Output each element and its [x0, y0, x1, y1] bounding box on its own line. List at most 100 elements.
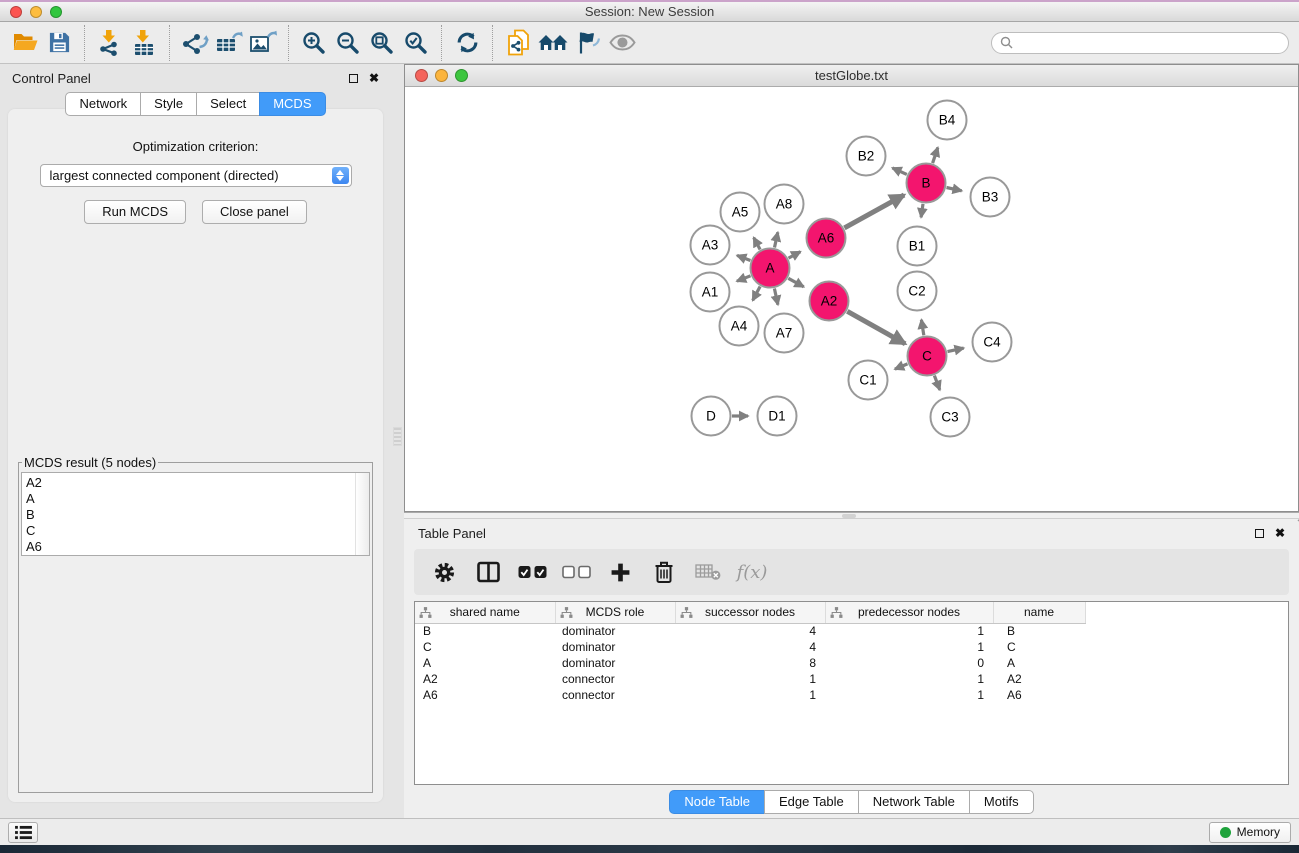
mcds-result-item[interactable]: C	[26, 523, 353, 539]
graph-edge-C-C4[interactable]	[948, 348, 964, 352]
create-column-button[interactable]	[598, 552, 642, 592]
graph-node-A8[interactable]: A8	[765, 185, 804, 224]
table-row[interactable]: Cdominator41C	[415, 639, 1085, 655]
splitter-grip[interactable]	[842, 514, 856, 518]
clone-network-button[interactable]	[501, 26, 535, 60]
graph-node-C[interactable]: C	[908, 337, 947, 376]
tab-motifs[interactable]: Motifs	[969, 790, 1034, 814]
tab-edge-table[interactable]: Edge Table	[764, 790, 859, 814]
mcds-result-item[interactable]: A2	[26, 475, 353, 491]
graph-node-B[interactable]: B	[907, 164, 946, 203]
graph-edge-B-B1[interactable]	[921, 204, 923, 218]
export-table-button[interactable]	[212, 26, 246, 60]
zoom-in-button[interactable]	[297, 26, 331, 60]
graph-edge-A-A7[interactable]	[774, 289, 778, 305]
close-panel-icon[interactable]: ✖	[369, 72, 379, 84]
float-panel-icon[interactable]	[1255, 529, 1264, 538]
graph-node-C2[interactable]: C2	[898, 272, 937, 311]
export-image-button[interactable]	[246, 26, 280, 60]
graph-edge-B-B2[interactable]	[892, 168, 906, 175]
graph-edge-A2-C[interactable]	[847, 311, 905, 344]
close-panel-button[interactable]: Close panel	[202, 200, 307, 224]
graph-edge-B-B4[interactable]	[933, 148, 938, 164]
horizontal-splitter[interactable]	[404, 512, 1299, 519]
graph-node-B2[interactable]: B2	[847, 137, 886, 176]
mcds-result-item[interactable]: A6	[26, 539, 353, 555]
graph-node-A3[interactable]: A3	[691, 226, 730, 265]
tab-network-table[interactable]: Network Table	[858, 790, 970, 814]
graph-edge-C-C3[interactable]	[934, 376, 939, 390]
graph-node-D1[interactable]: D1	[758, 397, 797, 436]
node-table[interactable]: shared nameMCDS rolesuccessor nodesprede…	[414, 601, 1289, 785]
task-history-button[interactable]	[8, 822, 38, 843]
graph-node-C1[interactable]: C1	[849, 361, 888, 400]
graph-node-A6[interactable]: A6	[807, 219, 846, 258]
graph-edge-A6-B[interactable]	[844, 195, 904, 228]
column-header[interactable]: MCDS role	[555, 602, 675, 623]
mcds-result-item[interactable]: A	[26, 491, 353, 507]
criterion-select[interactable]: largest connected component (directed)	[40, 164, 352, 187]
graph-edge-A-A1[interactable]	[737, 276, 751, 281]
tab-style[interactable]: Style	[140, 92, 197, 116]
import-table-button[interactable]	[127, 26, 161, 60]
graph-node-A[interactable]: A	[751, 249, 790, 288]
graph-node-A5[interactable]: A5	[721, 193, 760, 232]
graph-node-B3[interactable]: B3	[971, 178, 1010, 217]
search-input[interactable]	[1018, 35, 1280, 50]
run-mcds-button[interactable]: Run MCDS	[84, 200, 186, 224]
deselect-all-button[interactable]	[554, 552, 598, 592]
graph-node-C4[interactable]: C4	[973, 323, 1012, 362]
table-row[interactable]: Adominator80A	[415, 655, 1085, 671]
column-header[interactable]: successor nodes	[675, 602, 825, 623]
minimize-window-button[interactable]	[30, 6, 42, 18]
list-scrollbar[interactable]	[355, 473, 369, 555]
zoom-selected-button[interactable]	[399, 26, 433, 60]
graph-edge-C-C2[interactable]	[921, 320, 923, 336]
graph-edge-A-A3[interactable]	[737, 255, 750, 260]
import-network-button[interactable]	[93, 26, 127, 60]
delete-table-button[interactable]	[686, 552, 730, 592]
zoom-out-button[interactable]	[331, 26, 365, 60]
tab-select[interactable]: Select	[196, 92, 260, 116]
minimize-network-button[interactable]	[435, 69, 448, 82]
graph-edge-C-C1[interactable]	[895, 364, 908, 369]
graph-node-A4[interactable]: A4	[720, 307, 759, 346]
graph-node-B1[interactable]: B1	[898, 227, 937, 266]
tab-mcds[interactable]: MCDS	[259, 92, 325, 116]
table-row[interactable]: A2connector11A2	[415, 671, 1085, 687]
delete-column-button[interactable]	[642, 552, 686, 592]
search-field[interactable]	[991, 32, 1289, 54]
column-header[interactable]: name	[993, 602, 1085, 623]
export-network-button[interactable]	[178, 26, 212, 60]
graph-edge-A-A4[interactable]	[753, 287, 760, 301]
graph-edge-A-A8[interactable]	[775, 232, 778, 247]
flag-button[interactable]	[571, 26, 605, 60]
graph-node-C3[interactable]: C3	[931, 398, 970, 437]
close-panel-icon[interactable]: ✖	[1275, 527, 1285, 539]
select-all-button[interactable]	[510, 552, 554, 592]
graph-edge-A-A5[interactable]	[754, 238, 760, 250]
graph-node-B4[interactable]: B4	[928, 101, 967, 140]
fit-content-button[interactable]	[365, 26, 399, 60]
houses-button[interactable]	[535, 26, 571, 60]
zoom-window-button[interactable]	[50, 6, 62, 18]
close-window-button[interactable]	[10, 6, 22, 18]
table-row[interactable]: A6connector11A6	[415, 687, 1085, 703]
column-header[interactable]: shared name	[415, 602, 555, 623]
graph-node-A7[interactable]: A7	[765, 314, 804, 353]
memory-button[interactable]: Memory	[1209, 822, 1291, 843]
mcds-result-item[interactable]: B	[26, 507, 353, 523]
graph-edge-A-A2[interactable]	[788, 278, 803, 287]
network-canvas[interactable]: B4B2BB3A8A5A6A3B1AC2A1A2A4A7C4CC1DC3D1	[405, 87, 1298, 511]
table-settings-button[interactable]	[422, 552, 466, 592]
graph-node-A1[interactable]: A1	[691, 273, 730, 312]
zoom-network-button[interactable]	[455, 69, 468, 82]
save-session-button[interactable]	[42, 26, 76, 60]
graph-node-A2[interactable]: A2	[810, 282, 849, 321]
eye-button[interactable]	[605, 26, 639, 60]
column-header[interactable]: predecessor nodes	[825, 602, 993, 623]
splitter-grip[interactable]	[393, 427, 402, 446]
mcds-result-list[interactable]: A2ABCA6	[21, 472, 370, 556]
split-view-button[interactable]	[466, 552, 510, 592]
vertical-splitter[interactable]	[391, 64, 404, 818]
